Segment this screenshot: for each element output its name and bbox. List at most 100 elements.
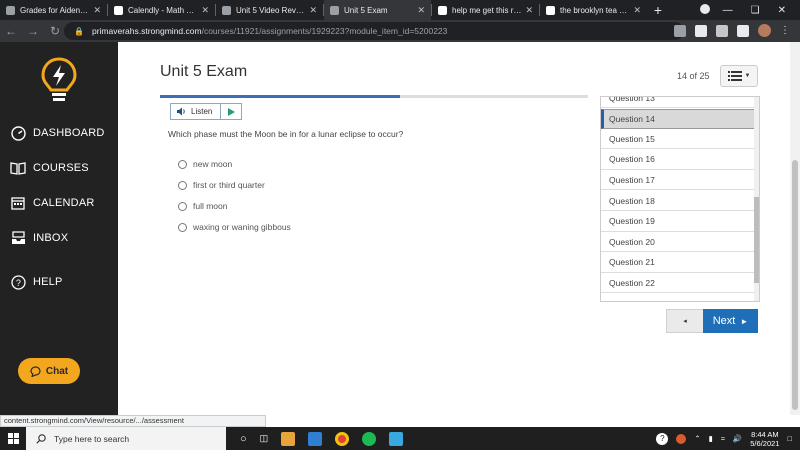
tray-app-icon[interactable] bbox=[676, 433, 687, 444]
question-list-item[interactable]: Question 18 bbox=[601, 191, 755, 211]
help-icon: ? bbox=[10, 274, 26, 290]
browser-tab[interactable]: Unit 5 Video Review: S ✕ bbox=[216, 0, 323, 20]
question-list-toggle[interactable]: ▼ bbox=[720, 65, 758, 87]
question-list-item[interactable]: Question 17 bbox=[601, 170, 755, 191]
browser-tab[interactable]: the brooklyn tea party ✕ bbox=[540, 0, 647, 20]
sidebar-item-help[interactable]: ? HELP bbox=[0, 274, 118, 290]
system-tray: ? ⌃ ▮ ≈ 🔊 8:44 AM 5/6/2021 □ bbox=[656, 427, 792, 450]
extension-icon[interactable] bbox=[674, 24, 686, 37]
favicon-icon bbox=[330, 5, 339, 15]
close-tab-icon[interactable]: ✕ bbox=[93, 5, 101, 16]
new-tab-button[interactable]: + bbox=[647, 0, 669, 20]
chat-bubble-icon bbox=[30, 365, 41, 377]
wifi-icon[interactable]: ≈ bbox=[721, 434, 725, 443]
menu-icon[interactable]: ⋮ bbox=[780, 25, 790, 36]
favicon-icon bbox=[438, 5, 447, 15]
answer-option[interactable]: new moon bbox=[178, 159, 232, 169]
sidebar-item-calendar[interactable]: CALENDAR bbox=[0, 195, 118, 211]
next-button[interactable]: Next ► bbox=[703, 309, 758, 333]
favicon-icon bbox=[6, 5, 15, 15]
volume-icon[interactable]: 🔊 bbox=[733, 434, 742, 443]
minimize-icon[interactable]: — bbox=[723, 5, 733, 16]
sidebar-item-label: COURSES bbox=[33, 162, 89, 174]
sidebar: DASHBOARD COURSES CALENDAR INBOX ? HELP Chat bbox=[0, 42, 118, 415]
maximize-icon[interactable]: ❏ bbox=[751, 5, 760, 16]
chevron-up-icon[interactable]: ⌃ bbox=[694, 434, 700, 443]
back-icon[interactable]: ← bbox=[0, 24, 22, 38]
tab-title: help me get this right bbox=[452, 5, 522, 15]
svg-text:?: ? bbox=[15, 278, 20, 288]
question-list-item[interactable]: Question 14 bbox=[601, 108, 755, 129]
close-window-icon[interactable]: ✕ bbox=[778, 5, 786, 16]
url-domain: primaverahs.strongmind.com bbox=[91, 26, 202, 36]
page-scrollbar[interactable] bbox=[790, 42, 800, 415]
question-list-item[interactable]: Question 23 bbox=[601, 294, 755, 302]
question-list-scrollbar-thumb[interactable] bbox=[754, 197, 759, 283]
question-list-item[interactable]: Question 22 bbox=[601, 273, 755, 294]
puzzle-icon[interactable] bbox=[716, 24, 728, 37]
taskbar-search-input[interactable]: Type here to search bbox=[26, 427, 226, 450]
answer-option[interactable]: first or third quarter bbox=[178, 180, 265, 190]
cortana-icon[interactable]: ○ bbox=[240, 433, 247, 445]
browser-tab[interactable]: Grades for Aiden Ybarr ✕ bbox=[0, 0, 107, 20]
help-icon[interactable]: ? bbox=[656, 432, 669, 445]
notifications-icon[interactable]: □ bbox=[787, 434, 792, 443]
page-scrollbar-thumb[interactable] bbox=[792, 160, 798, 410]
play-icon bbox=[227, 107, 235, 116]
answer-option-label: new moon bbox=[193, 159, 233, 169]
question-list-item[interactable]: Question 16 bbox=[601, 150, 755, 170]
sidebar-item-dashboard[interactable]: DASHBOARD bbox=[0, 125, 118, 141]
app-icon[interactable] bbox=[389, 431, 404, 446]
mail-icon[interactable] bbox=[308, 431, 323, 446]
radio-button[interactable] bbox=[178, 201, 187, 211]
previous-button[interactable]: ◂ bbox=[666, 309, 704, 333]
close-tab-icon[interactable]: ✕ bbox=[525, 5, 533, 16]
avatar[interactable] bbox=[758, 24, 771, 37]
url-path: /courses/11921/assignments/1929223?modul… bbox=[201, 26, 448, 36]
chat-button[interactable]: Chat bbox=[18, 358, 80, 384]
task-view-icon[interactable]: ◫ bbox=[260, 433, 269, 444]
extension-icon[interactable] bbox=[737, 24, 749, 37]
exam-panel: Unit 5 Exam 14 of 25 ▼ Listen Which phas… bbox=[118, 42, 790, 415]
battery-icon[interactable]: ▮ bbox=[709, 434, 713, 443]
chrome-icon[interactable] bbox=[335, 431, 350, 446]
close-tab-icon[interactable]: ✕ bbox=[633, 5, 641, 16]
clock[interactable]: 8:44 AM 5/6/2021 bbox=[750, 430, 779, 448]
forward-icon[interactable]: → bbox=[22, 24, 44, 38]
question-list-item[interactable]: Question 21 bbox=[601, 253, 755, 273]
answer-option[interactable]: full moon bbox=[178, 201, 228, 211]
browser-tab[interactable]: Calendly - Math Tutor ✕ bbox=[108, 0, 215, 20]
radio-button[interactable] bbox=[178, 222, 187, 232]
browser-tab[interactable]: Unit 5 Exam ✕ bbox=[324, 0, 431, 20]
question-list-item[interactable]: Question 20 bbox=[601, 232, 755, 253]
question-list-item[interactable]: Question 13 bbox=[601, 97, 755, 108]
profile-icon[interactable] bbox=[700, 4, 710, 14]
listen-widget: Listen bbox=[170, 103, 243, 120]
url-field[interactable]: 🔒 primaverahs.strongmind.com/courses/119… bbox=[64, 22, 684, 40]
calendar-icon bbox=[10, 195, 26, 211]
extension-icon[interactable] bbox=[695, 24, 707, 37]
close-tab-icon[interactable]: ✕ bbox=[417, 5, 425, 16]
strongmind-logo-icon[interactable] bbox=[40, 56, 78, 106]
tab-title: the brooklyn tea party bbox=[560, 5, 630, 15]
answer-option[interactable]: waxing or waning gibbous bbox=[178, 222, 291, 232]
spotify-icon[interactable] bbox=[362, 431, 377, 446]
windows-start-icon[interactable] bbox=[0, 433, 26, 444]
taskbar: Type here to search ○ ◫ ? ⌃ ▮ ≈ 🔊 8:44 A… bbox=[0, 427, 800, 450]
question-list: Question 13 Question 14 Question 15 Questio… bbox=[600, 96, 760, 302]
sidebar-item-inbox[interactable]: INBOX bbox=[0, 230, 118, 246]
file-explorer-icon[interactable] bbox=[281, 431, 296, 446]
answer-option-label: waxing or waning gibbous bbox=[193, 222, 291, 232]
reload-icon[interactable]: ↻ bbox=[44, 24, 66, 38]
play-button[interactable] bbox=[221, 104, 241, 119]
radio-button[interactable] bbox=[178, 159, 187, 169]
listen-button[interactable]: Listen bbox=[171, 104, 222, 119]
close-tab-icon[interactable]: ✕ bbox=[201, 5, 209, 16]
question-list-item[interactable]: Question 19 bbox=[601, 212, 755, 232]
close-tab-icon[interactable]: ✕ bbox=[309, 5, 317, 16]
question-list-item[interactable]: Question 15 bbox=[601, 129, 755, 150]
browser-tab[interactable]: help me get this right ✕ bbox=[432, 0, 539, 20]
listen-label: Listen bbox=[191, 107, 213, 116]
sidebar-item-courses[interactable]: COURSES bbox=[0, 160, 118, 176]
radio-button[interactable] bbox=[178, 180, 187, 190]
